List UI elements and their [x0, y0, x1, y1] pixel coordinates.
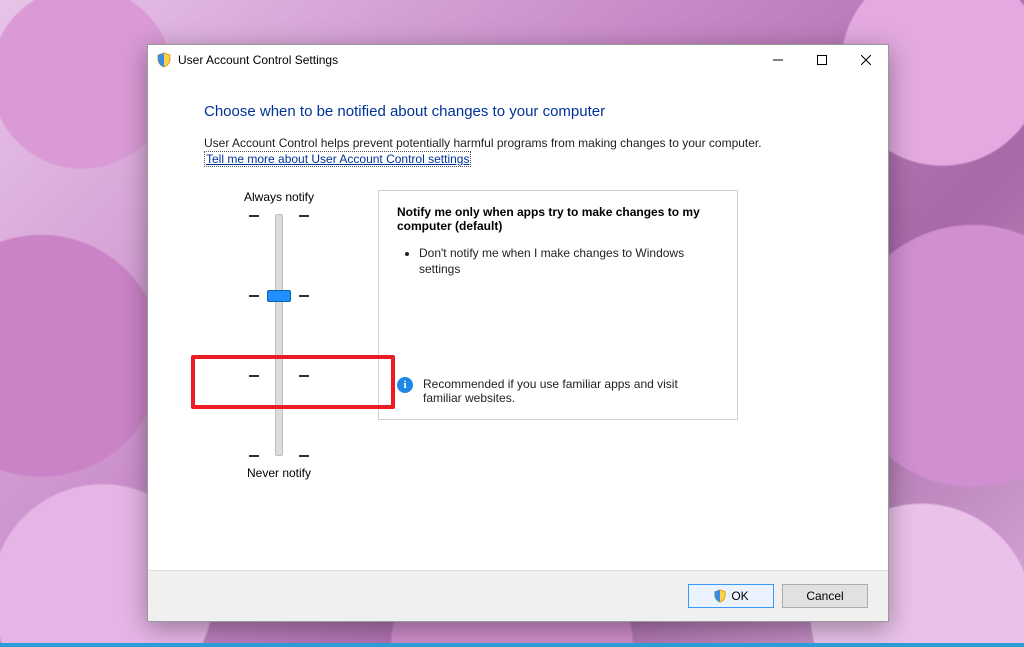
uac-settings-window: User Account Control Settings Choose whe… [147, 44, 889, 622]
close-button[interactable] [844, 45, 888, 75]
setting-description-panel: Notify me only when apps try to make cha… [378, 190, 738, 420]
dialog-footer: OK Cancel [148, 570, 888, 621]
cancel-button[interactable]: Cancel [782, 584, 868, 608]
slider-label-bottom: Never notify [247, 466, 311, 480]
slider-thumb[interactable] [267, 290, 291, 302]
maximize-button[interactable] [800, 45, 844, 75]
cancel-button-label: Cancel [806, 589, 843, 603]
shield-icon [156, 52, 172, 68]
minimize-button[interactable] [756, 45, 800, 75]
info-icon: i [397, 377, 413, 393]
shield-icon [713, 589, 727, 603]
recommendation-text: Recommended if you use familiar apps and… [423, 377, 719, 405]
ok-button[interactable]: OK [688, 584, 774, 608]
desktop-background: User Account Control Settings Choose whe… [0, 0, 1024, 647]
annotation-highlight-box [191, 355, 395, 409]
setting-bullet: Don't notify me when I make changes to W… [419, 245, 719, 277]
help-link[interactable]: Tell me more about User Account Control … [204, 151, 471, 167]
notification-level-slider[interactable] [249, 210, 309, 460]
titlebar[interactable]: User Account Control Settings [148, 45, 888, 75]
setting-title: Notify me only when apps try to make cha… [397, 205, 719, 233]
content-area: Choose when to be notified about changes… [148, 75, 888, 570]
slider-label-top: Always notify [244, 190, 314, 204]
ok-button-label: OK [731, 589, 748, 603]
recommendation-row: i Recommended if you use familiar apps a… [397, 377, 719, 405]
slider-track [275, 214, 283, 456]
page-heading: Choose when to be notified about changes… [204, 103, 832, 120]
window-title: User Account Control Settings [178, 53, 338, 67]
intro-text: User Account Control helps prevent poten… [204, 136, 832, 150]
slider-column: Always notify Never notify [204, 190, 354, 480]
